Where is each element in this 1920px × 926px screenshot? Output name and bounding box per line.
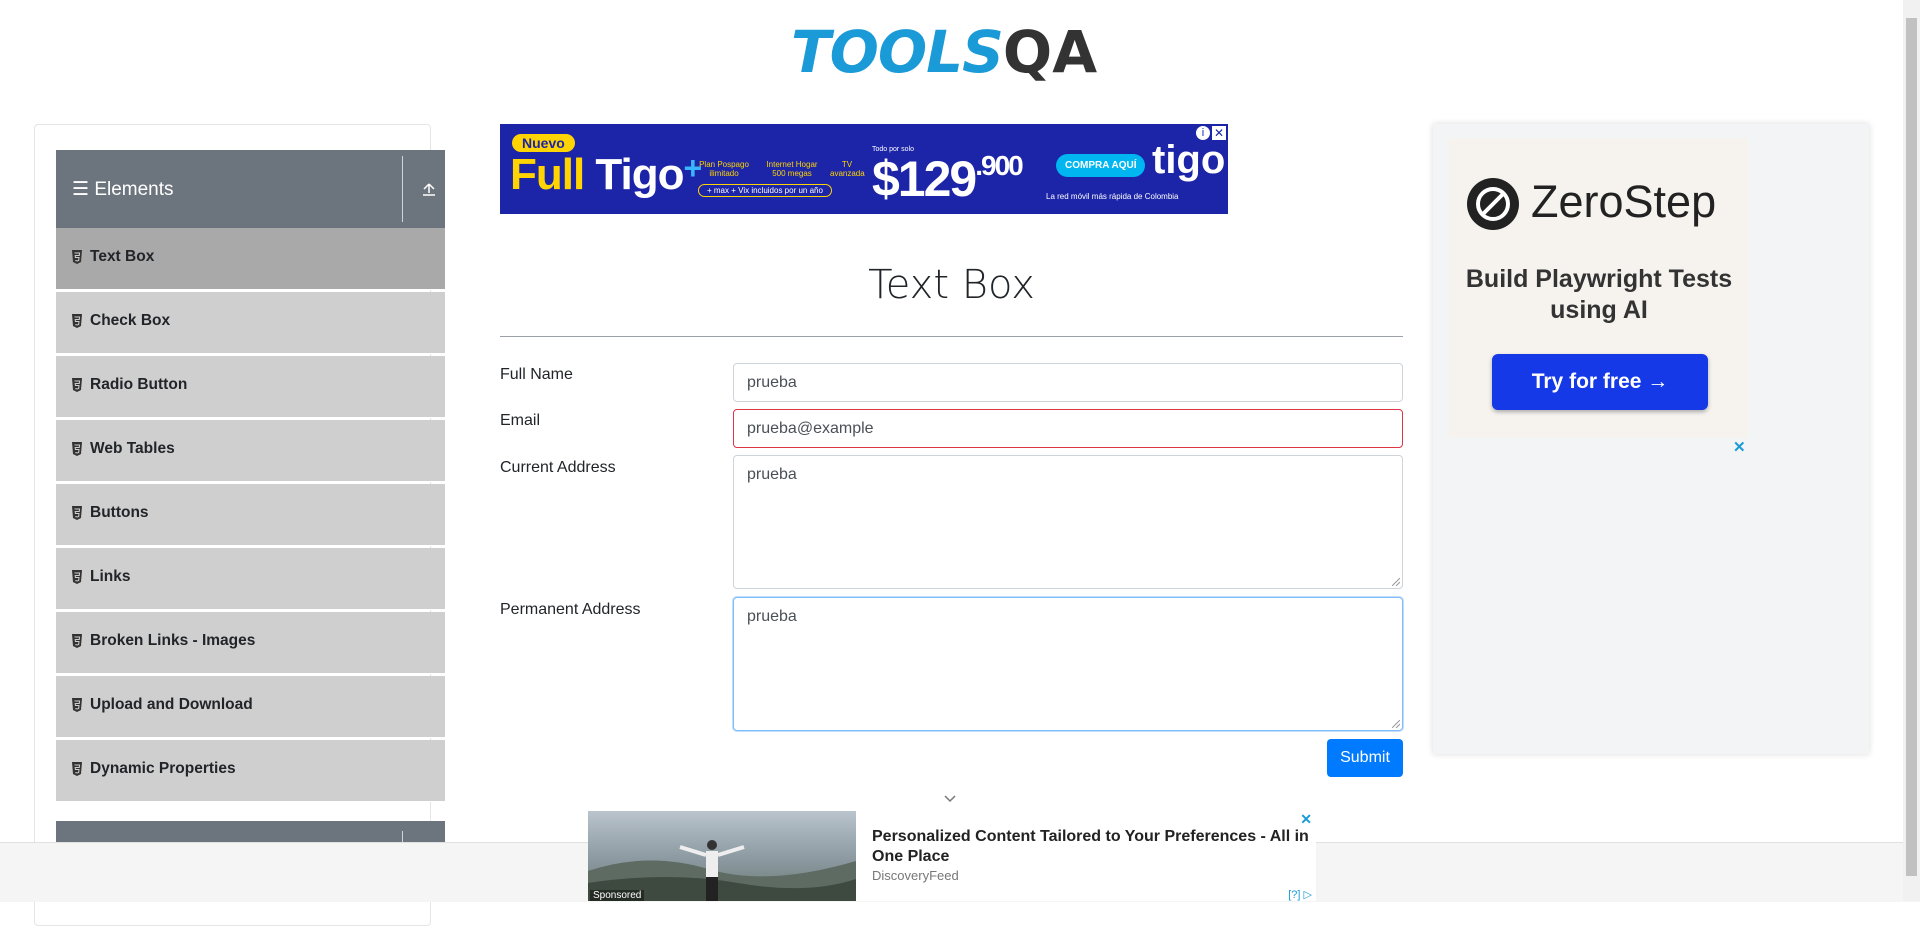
resize-handle-icon[interactable]: [1392, 578, 1400, 586]
try-for-free-button[interactable]: Try for free →: [1492, 354, 1708, 410]
ad-scene-image: [588, 840, 856, 901]
sidebar-item[interactable]: Text Box: [56, 228, 445, 290]
html5-icon: [72, 762, 82, 776]
page-title: Text Box: [868, 262, 1035, 308]
email-input[interactable]: prueba@example: [733, 409, 1403, 448]
sidebar-item-label: Web Tables: [90, 440, 175, 457]
html5-icon: [72, 570, 82, 584]
html5-icon: [72, 378, 82, 392]
top-banner-ad[interactable]: Nuevo Full Tigo+ Plan Pospago ilimitado …: [500, 124, 1228, 214]
ad-brand: Full Tigo+: [510, 150, 702, 199]
html5-icon: [72, 506, 82, 520]
adchoices-icon[interactable]: ▷: [1304, 889, 1312, 901]
html5-icon: [72, 442, 82, 456]
sidebar-item-label: Dynamic Properties: [90, 760, 236, 777]
sidebar-item[interactable]: Check Box: [56, 292, 445, 354]
ad-image[interactable]: Sponsored: [588, 811, 856, 901]
title-divider: [500, 336, 1403, 337]
sidebar-item-label: Upload and Download: [90, 696, 253, 713]
sidebar-item-label: Links: [90, 568, 131, 585]
sidebar-item[interactable]: Web Tables: [56, 420, 445, 482]
sidebar-group-label: Elements: [94, 179, 174, 200]
scrollbar-thumb[interactable]: [1906, 18, 1917, 876]
sidebar-item-label: Text Box: [90, 248, 155, 265]
permanent-address-value: prueba: [747, 608, 797, 625]
zerostep-logo-icon: [1467, 178, 1519, 230]
html5-icon: [72, 698, 82, 712]
sponsored-label: Sponsored: [590, 890, 645, 901]
sidebar-item[interactable]: Radio Button: [56, 356, 445, 418]
logo-text-qa: QA: [1002, 18, 1098, 86]
html5-icon: [72, 250, 82, 264]
ad-line2: Internet Hogar 500 megas: [766, 160, 818, 178]
sidebar-item-label: Check Box: [90, 312, 171, 329]
zerostep-tagline: Build Playwright Tests using AI: [1465, 265, 1733, 324]
hamburger-icon: ☰: [72, 179, 90, 200]
sidebar-item[interactable]: Dynamic Properties: [56, 740, 445, 802]
right-side-ad[interactable]: ZeroStep Build Playwright Tests using AI…: [1433, 124, 1869, 754]
full-name-input[interactable]: prueba: [733, 363, 1403, 402]
ad-tagline: La red móvil más rápida de Colombia: [1046, 192, 1179, 201]
bottom-sponsored-ad[interactable]: Sponsored Personalized Content Tailored …: [588, 811, 1316, 901]
resize-handle-icon[interactable]: [1392, 720, 1400, 728]
ad-line1: Plan Pospago ilimitado: [699, 160, 749, 178]
permanent-address-textarea[interactable]: prueba: [733, 597, 1403, 731]
sidebar-group-elements[interactable]: ☰ Elements: [56, 150, 445, 228]
ad-line3: TV avanzada: [830, 160, 865, 178]
ad-close-icon[interactable]: ✕: [1300, 811, 1312, 828]
ad-extras: + max + Vix incluidos por un año: [698, 184, 832, 197]
submit-button[interactable]: Submit: [1327, 739, 1403, 777]
ad-source: DiscoveryFeed: [872, 868, 959, 883]
ad-price: $129.900: [872, 150, 1024, 207]
html5-icon: [72, 314, 82, 328]
ad-cta-button[interactable]: COMPRA AQUÍ: [1056, 154, 1146, 177]
current-address-label: Current Address: [500, 459, 616, 476]
current-address-textarea[interactable]: prueba: [733, 455, 1403, 589]
ad-help-text: [?]: [1288, 889, 1301, 901]
current-address-value: prueba: [747, 466, 797, 483]
sidebar-group-title: ☰ Elements: [72, 178, 174, 201]
permanent-address-label: Permanent Address: [500, 601, 641, 618]
sidebar-item-label: Buttons: [90, 504, 149, 521]
sidebar-item-label: Broken Links - Images: [90, 632, 256, 649]
zerostep-brand: ZeroStep: [1531, 176, 1717, 227]
ad-help-icon[interactable]: [?] ▷: [1288, 888, 1312, 901]
ad-close-icon[interactable]: ✕: [1212, 126, 1226, 140]
toolsqa-logo[interactable]: TOOLSQA: [791, 14, 1116, 94]
ad-info-icon[interactable]: i: [1196, 126, 1210, 140]
html5-icon: [72, 634, 82, 648]
ad-headline[interactable]: Personalized Content Tailored to Your Pr…: [872, 827, 1312, 867]
ad-close-icon[interactable]: ✕: [1733, 438, 1746, 456]
logo-text-tools: TOOLS: [791, 18, 1004, 86]
chevron-down-icon[interactable]: [942, 793, 958, 805]
email-label: Email: [500, 412, 541, 429]
sidebar-item[interactable]: Upload and Download: [56, 676, 445, 738]
sidebar-item-label: Radio Button: [90, 376, 188, 393]
sidebar-group-divider: [402, 156, 403, 222]
full-name-label: Full Name: [500, 366, 573, 383]
sidebar-item[interactable]: Buttons: [56, 484, 445, 546]
sidebar-item[interactable]: Links: [56, 548, 445, 610]
sidebar-item[interactable]: Broken Links - Images: [56, 612, 445, 674]
ad-tigo-logo: tigo: [1152, 138, 1226, 182]
zerostep-ad-card[interactable]: ZeroStep Build Playwright Tests using AI…: [1449, 138, 1749, 438]
collapse-arrow-icon[interactable]: [420, 180, 438, 198]
